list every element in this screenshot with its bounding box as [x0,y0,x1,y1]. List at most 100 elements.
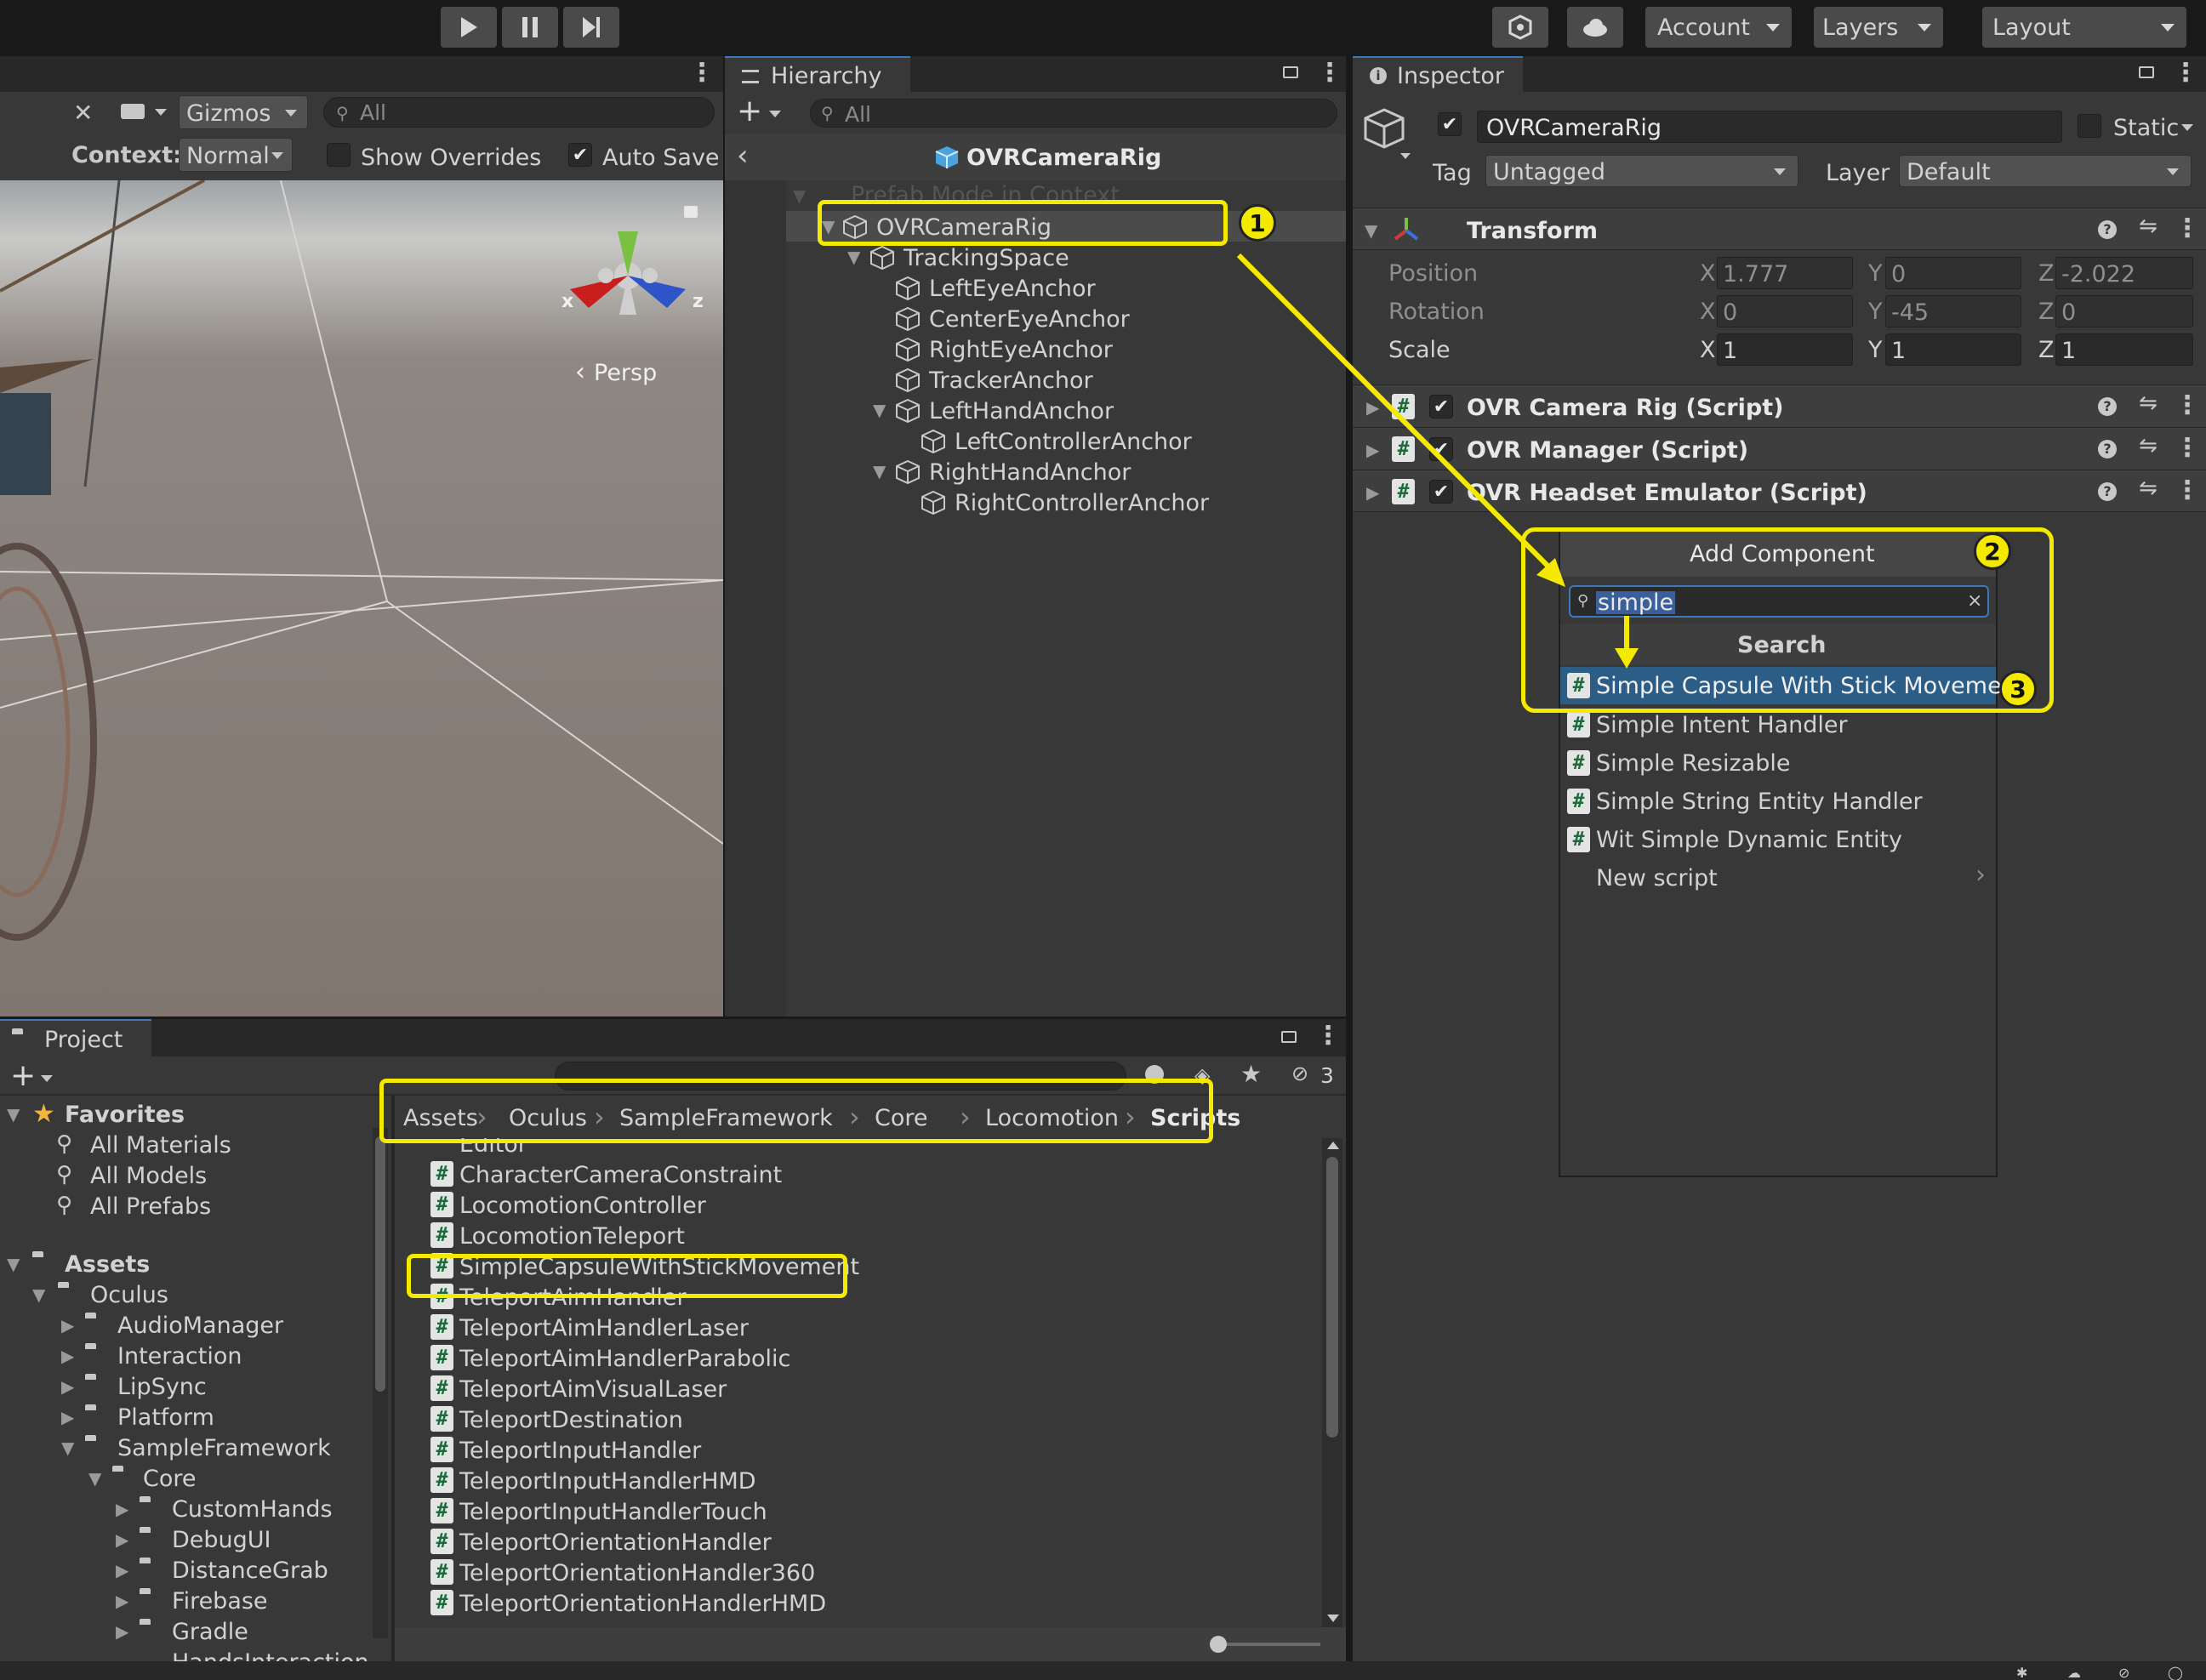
expand-arrow-icon[interactable]: ▼ [847,247,860,267]
help-icon[interactable]: ? [2098,482,2117,501]
star-icon[interactable]: ★ [1240,1060,1262,1088]
component-header[interactable]: ▶ # ✔ OVR Headset Emulator (Script) ? ⇋ … [1353,470,2206,512]
folder-item[interactable]: HandsInteraction [172,1651,369,1661]
hidden-icon[interactable]: ⊘ [1291,1062,1308,1085]
settings-icon[interactable]: ⇋ [2139,390,2158,416]
file-list-scrollbar-thumb[interactable] [1326,1157,1338,1438]
tag-dropdown[interactable]: Untagged [1485,155,1798,187]
hierarchy-search-input[interactable]: ⚲ All [810,99,1337,128]
file-item[interactable]: TeleportOrientationHandler360 [459,1562,815,1585]
settings-icon[interactable]: ⇋ [2139,433,2158,458]
expand-arrow-icon[interactable]: ▼ [88,1468,101,1489]
collab-button[interactable] [1492,7,1548,48]
folder-item[interactable]: CustomHands [172,1498,333,1521]
expand-arrow-icon[interactable]: ▶ [116,1621,128,1642]
layer-dropdown[interactable]: Default [1899,155,2192,187]
folder-item[interactable]: Platform [117,1406,214,1429]
expand-arrow-icon[interactable]: ▶ [61,1315,74,1335]
folder-item[interactable]: DebugUI [172,1529,271,1552]
thumbnail-size-slider[interactable] [1218,1643,1320,1646]
more-options-icon[interactable]: ⋮ [2173,58,2198,88]
scale-z-field[interactable]: 1 [2055,333,2193,366]
favorites-item[interactable]: All Materials [90,1134,231,1157]
status-icon[interactable]: ◯ [2168,1665,2183,1680]
static-checkbox[interactable] [2078,114,2101,138]
expand-arrow-icon[interactable]: ▶ [116,1499,128,1519]
expand-arrow-icon[interactable]: ▶ [1366,397,1379,418]
expand-arrow-icon[interactable]: ▶ [61,1407,74,1427]
file-item[interactable]: TeleportOrientationHandlerHMD [459,1592,826,1615]
account-dropdown[interactable]: Account [1645,7,1792,48]
tools-icon[interactable]: ✕ [73,99,93,127]
tree-item-lefthandanchor[interactable]: LeftHandAnchor [929,400,1114,423]
cloud-button[interactable] [1567,7,1623,48]
auto-save-checkbox[interactable]: ✔ [568,143,592,167]
scale-y-field[interactable]: 1 [1885,333,2021,366]
more-options-icon[interactable]: ⋮ [2175,390,2200,420]
slider-thumb[interactable] [1210,1636,1227,1653]
tree-item-lefteyeanchor[interactable]: LeftEyeAnchor [929,277,1096,300]
pause-button[interactable] [502,7,558,48]
lock-icon[interactable] [1281,1031,1297,1043]
tree-item-righteyeanchor[interactable]: RightEyeAnchor [929,339,1113,362]
show-overrides-checkbox[interactable] [327,143,351,167]
favorites-title[interactable]: Favorites [65,1103,185,1126]
add-icon[interactable]: + [737,94,762,128]
tree-item-leftcontrolleranchor[interactable]: LeftControllerAnchor [955,430,1192,453]
lock-icon[interactable] [684,206,698,218]
more-options-icon[interactable]: ⋮ [689,58,715,88]
new-script-item[interactable]: New script › [1560,859,1996,897]
back-chevron-icon[interactable]: ‹ [737,141,749,170]
tab-hierarchy[interactable]: Hierarchy [725,56,910,92]
expand-arrow-icon[interactable]: ▼ [61,1438,74,1458]
component-enabled-checkbox[interactable]: ✔ [1429,437,1453,461]
file-item[interactable]: CharacterCameraConstraint [459,1164,782,1187]
expand-arrow-icon[interactable]: ▼ [873,400,886,420]
position-z-field[interactable]: -2.022 [2055,257,2193,289]
lock-icon[interactable] [1283,66,1298,78]
folder-item[interactable]: DistanceGrab [172,1559,328,1582]
file-item[interactable]: TeleportAimVisualLaser [459,1378,727,1401]
rotation-z-field[interactable]: 0 [2055,295,2193,327]
settings-icon[interactable]: ⇋ [2139,476,2158,501]
persp-label[interactable]: Persp [594,362,657,384]
file-item[interactable]: TeleportAimHandlerLaser [459,1317,749,1340]
expand-arrow-icon[interactable]: ▶ [61,1346,74,1366]
expand-arrow-icon[interactable]: ▼ [1365,220,1377,241]
expand-arrow-icon[interactable]: ▶ [116,1591,128,1611]
sampleframework-folder[interactable]: SampleFramework [117,1437,331,1460]
rotation-y-field[interactable]: -45 [1885,295,2021,327]
component-result[interactable]: # Wit Simple Dynamic Entity [1560,821,1996,858]
component-result[interactable]: # Simple Resizable [1560,744,1996,782]
expand-arrow-icon[interactable]: ▼ [7,1104,20,1125]
status-icon[interactable]: ☁ [2067,1665,2081,1680]
tree-item-trackingspace[interactable]: TrackingSpace [903,247,1069,270]
folder-item[interactable]: AudioManager [117,1314,283,1337]
scene-viewport[interactable]: x z Persp ‹ [0,180,723,1017]
settings-icon[interactable]: ⇋ [2139,214,2158,239]
more-options-icon[interactable]: ⋮ [1317,58,1342,88]
assets-folder[interactable]: Assets [65,1253,150,1276]
scroll-up-icon[interactable] [1327,1142,1339,1149]
tree-item-trackeranchor[interactable]: TrackerAnchor [929,369,1093,392]
status-icon[interactable]: ✱ [2016,1665,2027,1680]
favorites-item[interactable]: All Models [90,1165,207,1187]
folder-item[interactable]: LipSync [117,1375,207,1398]
more-options-icon[interactable]: ⋮ [1315,1021,1341,1051]
favorites-item[interactable]: All Prefabs [90,1195,211,1218]
file-list-scrollbar[interactable] [1322,1138,1342,1627]
step-button[interactable] [563,7,619,48]
help-icon[interactable]: ? [2098,220,2117,239]
folder-item[interactable]: Gradle [172,1620,248,1643]
add-icon[interactable]: + [10,1058,36,1093]
file-item[interactable]: TeleportAimHandlerParabolic [459,1347,790,1370]
play-button[interactable] [441,7,497,48]
expand-arrow-icon[interactable]: ▼ [7,1254,20,1274]
help-icon[interactable]: ? [2098,440,2117,458]
expand-arrow-icon[interactable]: ▼ [32,1284,45,1305]
oculus-folder[interactable]: Oculus [90,1284,168,1307]
file-item[interactable]: TeleportInputHandler [459,1439,701,1462]
core-folder[interactable]: Core [143,1467,197,1490]
layers-dropdown[interactable]: Layers [1814,7,1943,48]
folder-item[interactable]: Interaction [117,1345,242,1368]
